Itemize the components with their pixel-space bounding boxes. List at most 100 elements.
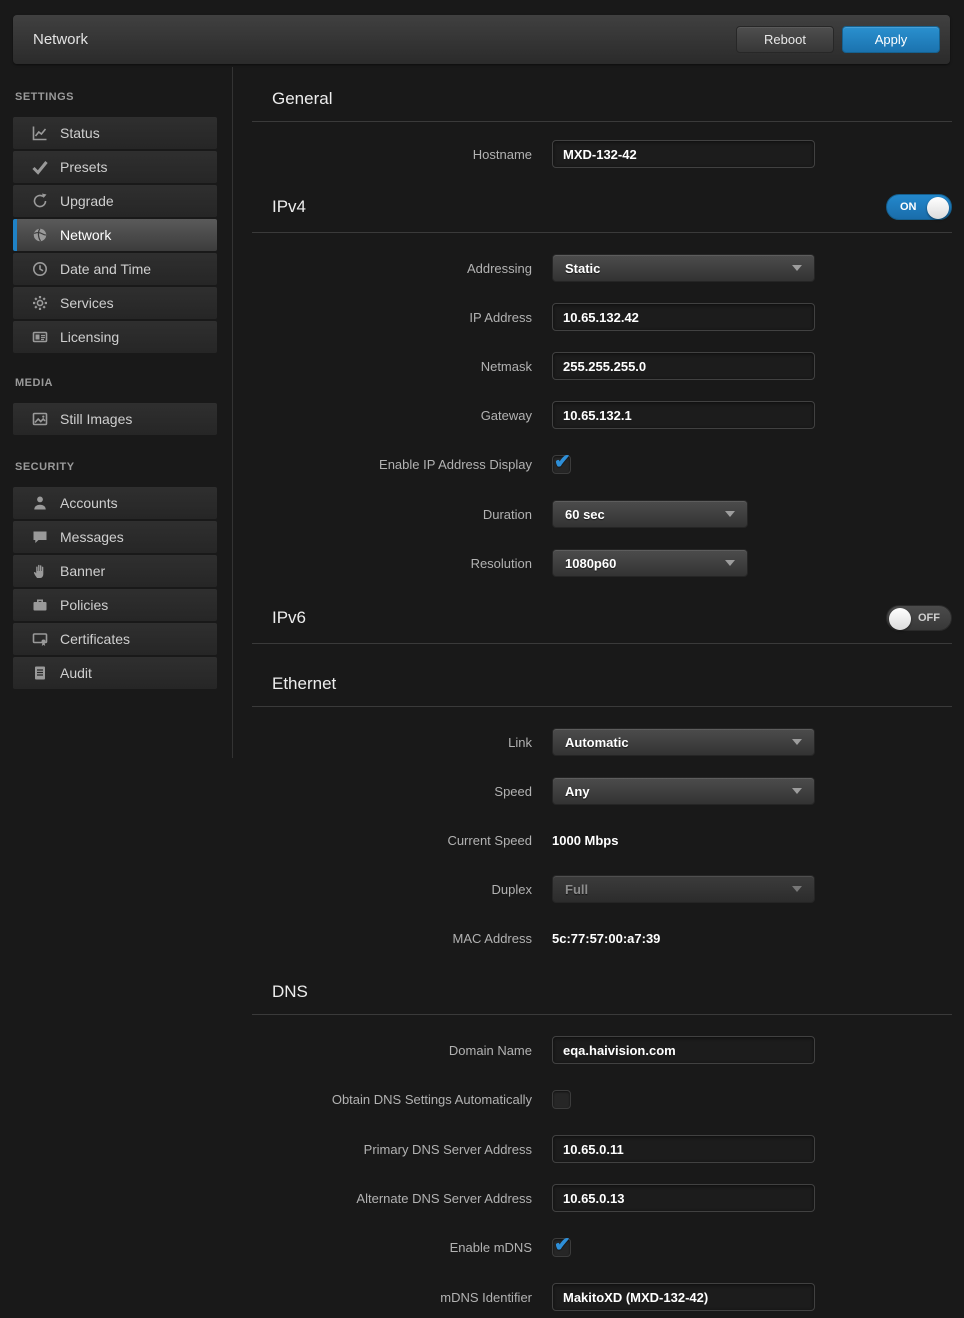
- speed-value: Any: [565, 784, 590, 799]
- mdns-identifier-label: mDNS Identifier: [252, 1290, 532, 1305]
- section-dns: DNS: [252, 982, 952, 1015]
- sidebar-item-date-and-time[interactable]: Date and Time: [13, 253, 217, 285]
- header-actions: Reboot Apply: [736, 26, 940, 53]
- section-ipv4: IPv4 ON: [252, 194, 952, 233]
- sidebar-item-label: Banner: [60, 563, 105, 579]
- duplex-dropdown[interactable]: Full: [552, 875, 815, 903]
- field-mac-address: MAC Address 5c:77:57:00:a7:39: [252, 924, 952, 952]
- sidebar-item-label: Certificates: [60, 631, 130, 647]
- dns-title: DNS: [272, 982, 308, 1002]
- domain-name-input[interactable]: [552, 1036, 815, 1064]
- general-title: General: [272, 89, 332, 109]
- chevron-down-icon: [792, 265, 802, 271]
- ip-address-label: IP Address: [252, 310, 532, 325]
- field-ip-address: IP Address: [252, 303, 952, 331]
- addressing-dropdown[interactable]: Static: [552, 254, 815, 282]
- duration-dropdown[interactable]: 60 sec: [552, 500, 748, 528]
- resolution-dropdown[interactable]: 1080p60: [552, 549, 748, 577]
- sidebar-item-presets[interactable]: Presets: [13, 151, 217, 183]
- globe-icon: [31, 227, 48, 244]
- section-general: General: [252, 83, 952, 122]
- enable-ip-display-label: Enable IP Address Display: [252, 457, 532, 472]
- ip-address-input[interactable]: [552, 303, 815, 331]
- gateway-label: Gateway: [252, 408, 532, 423]
- sidebar-item-policies[interactable]: Policies: [13, 589, 217, 621]
- primary-dns-input[interactable]: [552, 1135, 815, 1163]
- field-duplex: Duplex Full: [252, 875, 952, 903]
- toggle-knob: [927, 197, 949, 219]
- obtain-dns-auto-checkbox[interactable]: [552, 1090, 571, 1109]
- netmask-input[interactable]: [552, 352, 815, 380]
- sidebar-item-label: Accounts: [60, 495, 118, 511]
- chevron-down-icon: [792, 886, 802, 892]
- alternate-dns-label: Alternate DNS Server Address: [252, 1191, 532, 1206]
- speech-bubble-icon: [31, 529, 48, 546]
- sidebar-item-licensing[interactable]: Licensing: [13, 321, 217, 353]
- sidebar-item-audit[interactable]: Audit: [13, 657, 217, 689]
- apply-button[interactable]: Apply: [842, 26, 940, 53]
- sidebar-item-label: Licensing: [60, 329, 119, 345]
- image-icon: [31, 411, 48, 428]
- current-speed-value: 1000 Mbps: [552, 826, 618, 854]
- enable-mdns-label: Enable mDNS: [252, 1240, 532, 1255]
- resolution-label: Resolution: [252, 556, 532, 571]
- netmask-label: Netmask: [252, 359, 532, 374]
- sidebar-item-services[interactable]: Services: [13, 287, 217, 319]
- sidebar-item-accounts[interactable]: Accounts: [13, 487, 217, 519]
- field-resolution: Resolution 1080p60: [252, 549, 952, 577]
- sidebar-item-label: Still Images: [60, 411, 132, 427]
- sidebar-item-label: Policies: [60, 597, 108, 613]
- alternate-dns-input[interactable]: [552, 1184, 815, 1212]
- briefcase-icon: [31, 597, 48, 614]
- sidebar-item-still-images[interactable]: Still Images: [13, 403, 217, 435]
- sidebar-item-upgrade[interactable]: Upgrade: [13, 185, 217, 217]
- field-current-speed: Current Speed 1000 Mbps: [252, 826, 952, 854]
- hostname-input[interactable]: [552, 140, 815, 168]
- chevron-down-icon: [792, 788, 802, 794]
- sidebar-item-network[interactable]: Network: [13, 219, 217, 251]
- addressing-label: Addressing: [252, 261, 532, 276]
- toggle-knob: [889, 608, 911, 630]
- ipv6-toggle[interactable]: OFF: [886, 605, 952, 631]
- enable-mdns-checkbox[interactable]: [552, 1238, 571, 1257]
- license-card-icon: [31, 329, 48, 346]
- link-label: Link: [252, 735, 532, 750]
- gateway-input[interactable]: [552, 401, 815, 429]
- field-alternate-dns: Alternate DNS Server Address: [252, 1184, 952, 1212]
- ipv6-title: IPv6: [272, 608, 306, 628]
- person-icon: [31, 495, 48, 512]
- chart-icon: [31, 125, 48, 142]
- clock-icon: [31, 261, 48, 278]
- section-ethernet: Ethernet: [252, 674, 952, 707]
- sidebar-item-banner[interactable]: Banner: [13, 555, 217, 587]
- toggle-off-label: OFF: [918, 612, 940, 624]
- link-dropdown[interactable]: Automatic: [552, 728, 815, 756]
- domain-name-label: Domain Name: [252, 1043, 532, 1058]
- certificate-icon: [31, 631, 48, 648]
- header-bar: Network Reboot Apply: [13, 15, 950, 64]
- field-link: Link Automatic: [252, 728, 952, 756]
- current-speed-label: Current Speed: [252, 833, 532, 848]
- speed-dropdown[interactable]: Any: [552, 777, 815, 805]
- ethernet-title: Ethernet: [272, 674, 336, 694]
- ipv4-toggle[interactable]: ON: [886, 194, 952, 220]
- sidebar-item-messages[interactable]: Messages: [13, 521, 217, 553]
- resolution-value: 1080p60: [565, 556, 616, 571]
- sidebar-item-label: Date and Time: [60, 261, 151, 277]
- link-value: Automatic: [565, 735, 629, 750]
- sidebar-item-label: Services: [60, 295, 114, 311]
- chevron-down-icon: [725, 511, 735, 517]
- gear-icon: [31, 295, 48, 312]
- reboot-button[interactable]: Reboot: [736, 26, 834, 53]
- sidebar-item-certificates[interactable]: Certificates: [13, 623, 217, 655]
- field-duration: Duration 60 sec: [252, 500, 952, 528]
- sidebar-item-status[interactable]: Status: [13, 117, 217, 149]
- sidebar-heading-settings: SETTINGS: [15, 91, 217, 103]
- mdns-identifier-input[interactable]: [552, 1283, 815, 1311]
- section-ipv6: IPv6 OFF: [252, 605, 952, 644]
- duplex-label: Duplex: [252, 882, 532, 897]
- refresh-icon: [31, 193, 48, 210]
- sidebar-item-label: Audit: [60, 665, 92, 681]
- enable-ip-display-checkbox[interactable]: [552, 455, 571, 474]
- sidebar-heading-security: SECURITY: [15, 461, 217, 473]
